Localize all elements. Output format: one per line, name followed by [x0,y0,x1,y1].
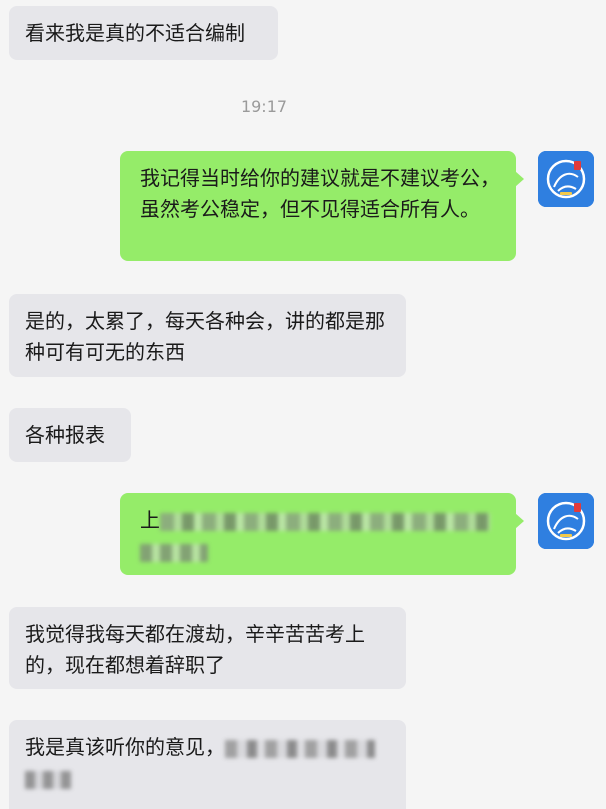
message-text: 我是真该听你的意见， [25,735,225,759]
incoming-message-bubble[interactable]: 是的，太累了，每天各种会，讲的都是那种可有可无的东西 [9,294,406,377]
incoming-message-bubble[interactable]: 我是真该听你的意见， [9,720,406,809]
outgoing-message-bubble[interactable]: 上 [120,493,524,575]
message-text: 我觉得我每天都在渡劫，辛辛苦苦考上的，现在都想着辞职了 [25,622,365,677]
blurred-text [160,512,490,531]
message-text: 各种报表 [25,423,105,447]
message-text: 上 [140,508,160,532]
incoming-message-bubble[interactable]: 我觉得我每天都在渡劫，辛辛苦苦考上的，现在都想着辞职了 [9,607,406,689]
outgoing-message-bubble[interactable]: 我记得当时给你的建议就是不建议考公，虽然考公稳定，但不见得适合所有人。 [120,151,524,261]
message-text: 看来我是真的不适合编制 [25,21,245,45]
blurred-text [140,543,208,562]
message-text: 我记得当时给你的建议就是不建议考公，虽然考公稳定，但不见得适合所有人。 [140,166,500,221]
chat-window: 看来我是真的不适合编制 19:17 我记得当时给你的建议就是不建议考公，虽然考公… [0,0,606,809]
avatar-logo-icon [538,151,594,207]
blurred-text [25,770,71,789]
incoming-message-bubble[interactable]: 看来我是真的不适合编制 [9,6,278,60]
incoming-message-bubble[interactable]: 各种报表 [9,408,131,462]
user-avatar[interactable] [538,493,594,549]
user-avatar[interactable] [538,151,594,207]
timestamp: 19:17 [240,97,288,116]
blurred-text [225,739,375,758]
avatar-logo-icon [538,493,594,549]
message-text: 是的，太累了，每天各种会，讲的都是那种可有可无的东西 [25,309,385,364]
